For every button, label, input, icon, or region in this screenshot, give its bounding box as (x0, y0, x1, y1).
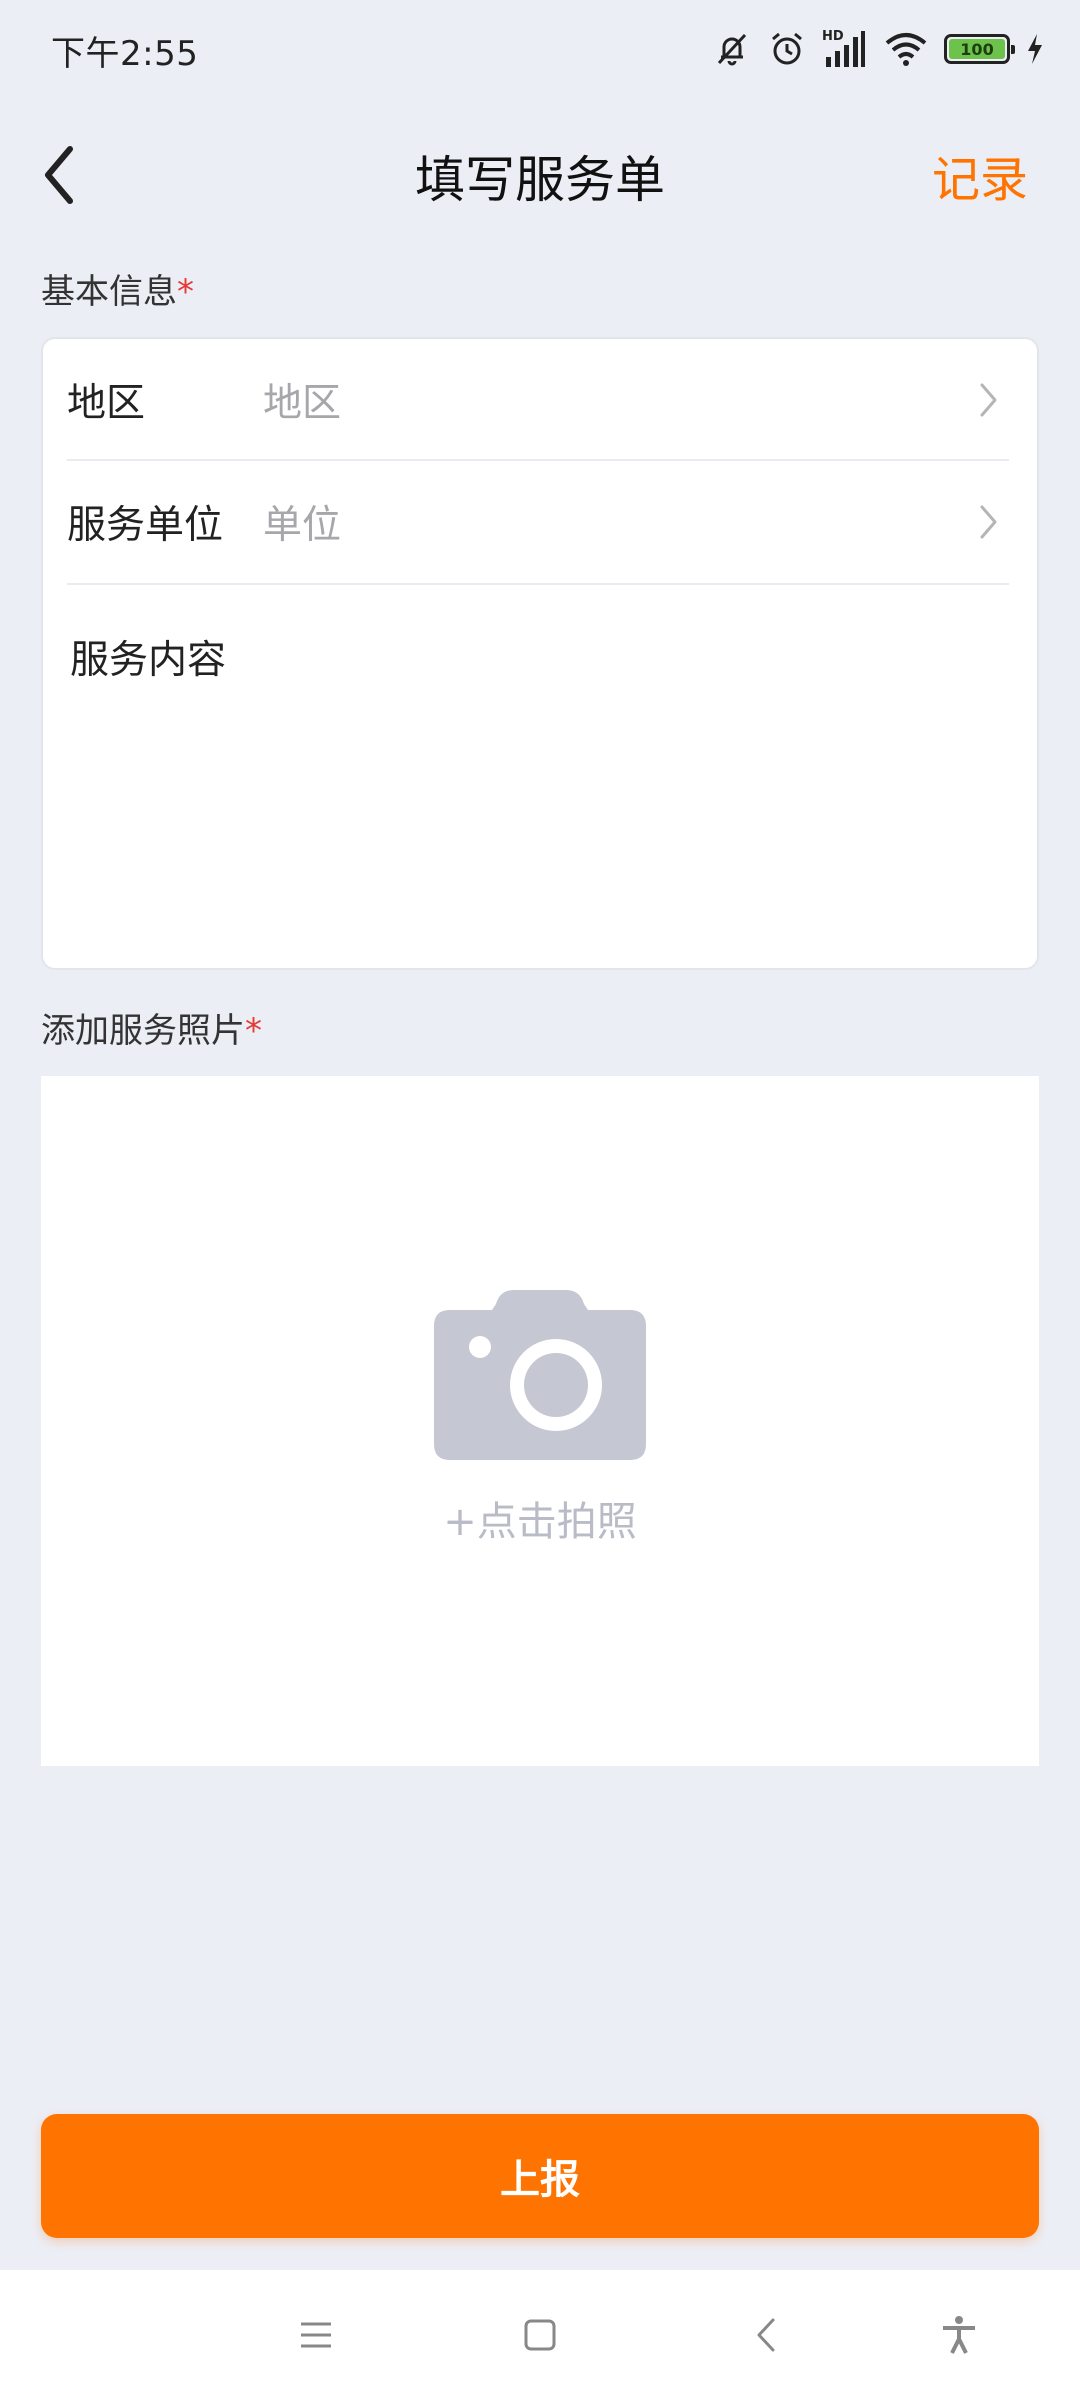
service-form-page: 下午2:55 HD 100 填写服务单 记录 基本信息* 地区 地区 服务单位 … (0, 0, 1080, 2400)
required-mark: * (245, 1011, 262, 1051)
basic-info-label-text: 基本信息 (41, 272, 177, 312)
service-content-label: 服务内容 (70, 638, 227, 683)
camera-icon (434, 1290, 646, 1460)
submit-button[interactable]: 上报 (41, 2114, 1039, 2238)
accessibility-button[interactable] (924, 2300, 994, 2370)
battery-level: 100 (949, 39, 1005, 59)
menu-button[interactable] (281, 2300, 351, 2370)
region-label: 地区 (67, 381, 146, 426)
back-icon (757, 2318, 775, 2352)
region-value: 地区 (263, 381, 342, 426)
divider (67, 583, 1009, 585)
navigation-bar (0, 2270, 1080, 2400)
menu-icon (301, 2322, 331, 2348)
chevron-right-icon (969, 502, 1009, 542)
service-content-input[interactable] (67, 694, 1009, 948)
status-bar: 下午2:55 HD 100 (0, 0, 1080, 96)
basic-info-label: 基本信息* (41, 264, 194, 313)
network-hd: HD (822, 29, 868, 69)
signal-icon (826, 31, 865, 67)
required-mark: * (177, 272, 194, 312)
nav-back-button[interactable] (731, 2300, 801, 2370)
service-unit-label: 服务单位 (67, 503, 224, 548)
alarm-icon (772, 32, 802, 65)
status-icons: HD 100 (712, 24, 1044, 74)
service-unit-row[interactable]: 服务单位 单位 (67, 461, 1009, 583)
wifi-icon (885, 33, 927, 66)
region-row[interactable]: 地区 地区 (67, 339, 1009, 461)
basic-info-card: 地区 地区 服务单位 单位 服务内容 (41, 337, 1039, 970)
service-unit-value: 单位 (263, 503, 342, 548)
page-title: 填写服务单 (415, 151, 665, 209)
charging-icon (1028, 34, 1042, 64)
photo-hint: +点击拍照 (443, 1499, 637, 1545)
chevron-right-icon (969, 380, 1009, 420)
photo-label: 添加服务照片* (41, 1003, 262, 1052)
home-button[interactable] (505, 2300, 575, 2370)
photo-label-text: 添加服务照片 (41, 1011, 245, 1051)
accessibility-icon (943, 2316, 975, 2354)
record-link[interactable]: 记录 (932, 140, 1028, 210)
home-icon (524, 2319, 556, 2351)
add-photo-area[interactable]: +点击拍照 (41, 1076, 1039, 1766)
battery-icon: 100 (944, 34, 1015, 64)
status-time: 下午2:55 (51, 34, 199, 74)
header: 填写服务单 记录 (0, 110, 1080, 240)
mute-icon (717, 33, 747, 66)
